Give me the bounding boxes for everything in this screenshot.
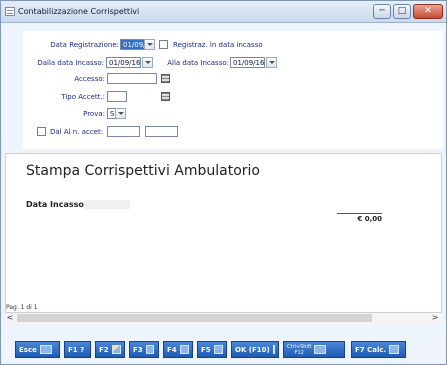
f7-calc-button[interactable]: F7 Calc. xyxy=(351,341,406,358)
esce-label: Esce xyxy=(19,345,37,354)
dal-al-n-accet-label: Dal Al n. accet: xyxy=(50,128,104,136)
tipo-accett-field[interactable] xyxy=(107,91,127,102)
data-registrazione-dropdown[interactable] xyxy=(144,39,155,50)
tipo-accett-label: Tipo Accett.: xyxy=(61,93,105,101)
accesso-label: Accesso: xyxy=(74,75,105,83)
registraz-in-data-incasso-checkbox[interactable] xyxy=(159,40,168,49)
clear-icon xyxy=(145,345,154,354)
alla-data-incasso-label: Alla data Incasso: xyxy=(167,59,229,67)
title-bar: Contabilizzazione Corrispettivi ─ □ ✕ xyxy=(1,1,446,23)
f3-label: F3 xyxy=(133,345,143,354)
f3-button[interactable]: F3 xyxy=(129,341,159,358)
esce-button[interactable]: Esce xyxy=(15,341,60,358)
minimize-button[interactable]: ─ xyxy=(373,4,391,19)
close-icon: ✕ xyxy=(424,6,432,16)
report-title: Stampa Corrispettivi Ambulatorio xyxy=(26,163,261,179)
ctrl-shift-label: Ctrl+Shift F12 xyxy=(287,344,311,356)
report-section-label: Data Incasso xyxy=(26,200,84,209)
horizontal-scrollbar[interactable]: < > xyxy=(5,313,442,323)
data-registrazione-label: Data Registrazione: xyxy=(50,41,119,49)
f7-label: F7 Calc. xyxy=(355,345,387,354)
alla-data-incasso-dropdown[interactable] xyxy=(266,57,277,68)
scroll-left-icon[interactable]: < xyxy=(5,313,15,323)
ok-f10-button[interactable]: OK (F10) xyxy=(231,341,279,358)
prova-dropdown[interactable] xyxy=(115,108,126,119)
report-section-bar xyxy=(84,200,130,209)
disk-icon xyxy=(272,345,275,354)
dal-n-accet-field[interactable] xyxy=(107,126,140,137)
dalla-data-incasso-field[interactable]: 01/09/16 xyxy=(106,57,141,68)
function-key-toolbar: Esce F1 ? F2 F3 F4 F5 OK (F10) Ctrl+Shif… xyxy=(13,336,438,362)
application-window: Contabilizzazione Corrispettivi ─ □ ✕ Da… xyxy=(0,0,447,365)
f1-label: F1 ? xyxy=(68,345,85,354)
app-menu-icon[interactable] xyxy=(5,7,15,16)
prova-label: Prova: xyxy=(83,110,105,118)
dalla-data-incasso-label: Dalla data Incasso: xyxy=(37,59,104,67)
report-total: € 0,00 xyxy=(357,215,382,223)
ok-label: OK (F10) xyxy=(235,345,270,354)
maximize-button[interactable]: □ xyxy=(393,4,411,19)
accesso-lookup-icon[interactable] xyxy=(161,74,170,83)
al-n-accet-field[interactable] xyxy=(145,126,178,137)
f5-label: F5 xyxy=(201,345,211,354)
ctrl-shift-f12-print-button[interactable]: Ctrl+Shift F12 xyxy=(283,341,345,358)
tipo-accett-lookup-icon[interactable] xyxy=(161,92,170,101)
close-button[interactable]: ✕ xyxy=(413,4,443,19)
f2-edit-button[interactable]: F2 xyxy=(95,341,125,358)
f4-button[interactable]: F4 xyxy=(163,341,193,358)
scroll-thumb[interactable] xyxy=(17,314,372,322)
tab-icon xyxy=(179,345,189,354)
minimize-icon: ─ xyxy=(379,6,385,16)
filter-form: Data Registrazione: 01/09/16 Registraz. … xyxy=(23,31,443,149)
calculator-icon xyxy=(389,345,400,354)
f5-button[interactable]: F5 xyxy=(197,341,227,358)
maximize-icon: □ xyxy=(397,6,407,16)
f4-label: F4 xyxy=(167,345,177,354)
dalla-data-incasso-dropdown[interactable] xyxy=(142,57,153,68)
report-total-rule xyxy=(337,213,382,214)
exit-icon xyxy=(39,345,52,354)
f2-label: F2 xyxy=(99,345,109,354)
edit-icon xyxy=(111,345,121,354)
accesso-field[interactable] xyxy=(107,73,157,84)
f1-help-button[interactable]: F1 ? xyxy=(64,341,91,358)
report-page-indicator: Pag. 1 di 1 xyxy=(6,304,38,311)
scroll-right-icon[interactable]: > xyxy=(430,313,440,323)
ctrl-shift-line2: F12 xyxy=(294,349,304,356)
dal-al-n-accet-checkbox[interactable] xyxy=(37,127,46,136)
printer-icon xyxy=(314,345,327,354)
tab-right-icon xyxy=(213,345,223,354)
alla-data-incasso-field[interactable]: 01/09/16 xyxy=(230,57,265,68)
window-title: Contabilizzazione Corrispettivi xyxy=(18,7,140,16)
report-preview: Stampa Corrispettivi Ambulatorio Data In… xyxy=(5,153,442,313)
registraz-in-data-incasso-label: Registraz. in data incasso xyxy=(173,41,263,49)
